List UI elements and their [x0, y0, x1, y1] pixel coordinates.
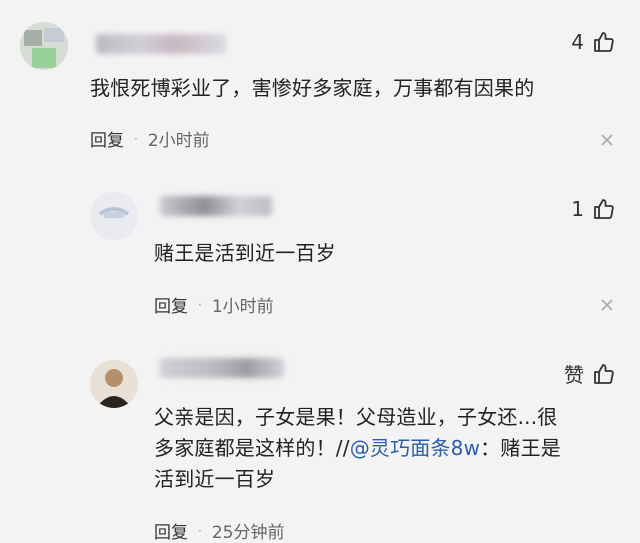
like-button[interactable]: 1 — [571, 197, 616, 221]
comment-text-line-2: 多家庭都是这样的！//@灵巧面条8w：赌王是 — [154, 433, 614, 464]
separator-dot: · — [198, 297, 202, 312]
thumbs-up-icon — [594, 363, 614, 384]
username-blurred[interactable] — [96, 34, 226, 54]
comment-text: 我恨死博彩业了，害惨好多家庭，万事都有因果的 — [90, 76, 535, 100]
comment-meta: 回复 · 1小时前 — [154, 292, 274, 317]
username-blurred[interactable] — [160, 358, 284, 378]
like-label: 赞 — [564, 363, 584, 387]
comment-2: 1 赌王是活到近一百岁 回复 · 1小时前 — [0, 168, 640, 338]
close-icon[interactable] — [600, 298, 614, 312]
comment-text-part: 多家庭都是这样的！// — [154, 436, 350, 460]
like-count: 4 — [571, 30, 584, 54]
timestamp: 2小时前 — [147, 131, 210, 151]
separator-dot: · — [134, 131, 138, 146]
close-icon[interactable] — [600, 133, 614, 147]
username-blurred[interactable] — [160, 196, 272, 216]
like-button[interactable]: 赞 — [564, 359, 616, 388]
reply-button[interactable]: 回复 — [90, 126, 124, 151]
comment-text-part: ：赌王是 — [480, 436, 561, 460]
comment-text-line-1: 父亲是因，子女是果！父母造业，子女还...很 — [154, 405, 558, 429]
mention-link[interactable]: @灵巧面条8w — [350, 436, 480, 460]
comment-1: 4 我恨死博彩业了，害惨好多家庭，万事都有因果的 回复 · 2小时前 — [0, 0, 640, 168]
like-button[interactable]: 4 — [571, 30, 616, 54]
thumbs-up-icon — [594, 32, 614, 52]
like-count: 1 — [571, 197, 584, 221]
comment-text: 赌王是活到近一百岁 — [154, 241, 336, 265]
avatar[interactable] — [90, 192, 138, 240]
comment-text-line-3: 活到近一百岁 — [154, 467, 276, 491]
comment-3: 赞 父亲是因，子女是果！父母造业，子女还...很 多家庭都是这样的！//@灵巧面… — [0, 338, 640, 543]
avatar[interactable] — [90, 360, 138, 408]
timestamp: 1小时前 — [211, 297, 274, 317]
avatar[interactable] — [20, 22, 68, 70]
comment-meta: 回复 · 2小时前 — [90, 126, 210, 151]
thumbs-up-icon — [594, 199, 614, 219]
comment-text: 父亲是因，子女是果！父母造业，子女还...很 多家庭都是这样的！//@灵巧面条8… — [154, 402, 614, 495]
reply-button[interactable]: 回复 — [154, 292, 188, 317]
